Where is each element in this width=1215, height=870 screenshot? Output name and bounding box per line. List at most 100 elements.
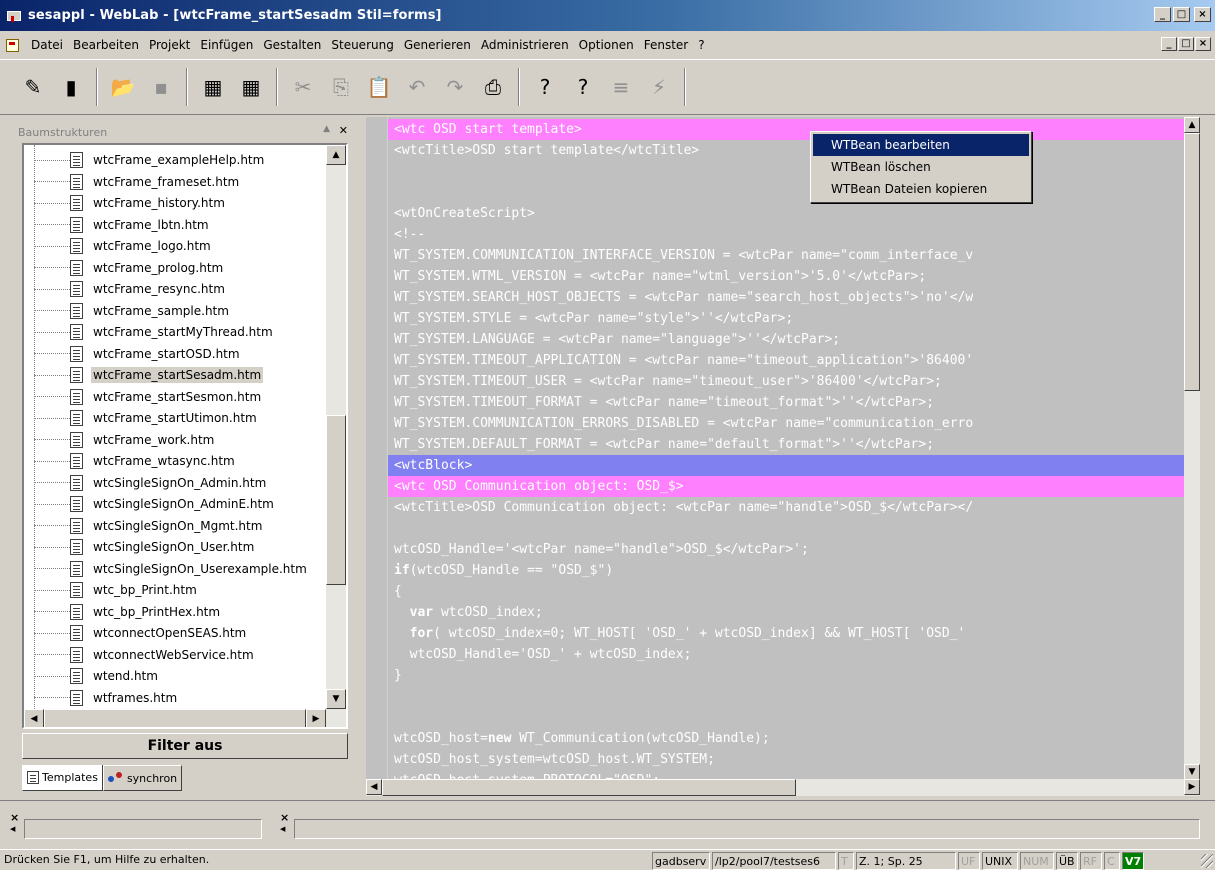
ctx-wtbean-delete[interactable]: WTBean löschen [813, 156, 1029, 178]
save-icon[interactable]: ▪ [142, 67, 180, 107]
code-line[interactable]: { [394, 581, 1184, 602]
code-line[interactable]: wtcOSD_Handle='OSD_' + wtcOSD_index; [394, 644, 1184, 665]
code-line[interactable]: } [394, 665, 1184, 686]
scroll-thumb[interactable] [326, 415, 346, 585]
code-line[interactable] [394, 707, 1184, 728]
tree-file-item[interactable]: wtcFrame_frameset.htm [24, 171, 241, 193]
editor-vertical-scrollbar[interactable]: ▲ ▼ [1184, 117, 1200, 780]
tree-file-item[interactable]: wtconnectWebService.htm [24, 644, 256, 666]
doc-close-button[interactable]: × [1195, 37, 1211, 51]
tree-vertical-scrollbar[interactable]: ▲ ▼ [326, 145, 346, 709]
code-line-highlighted[interactable]: <wtcBlock> [388, 455, 1184, 476]
scroll-thumb[interactable] [382, 779, 796, 796]
redo-icon[interactable]: ↷ [436, 67, 474, 107]
tree-file-item[interactable]: wtframes.htm [24, 687, 179, 709]
tree-file-item[interactable]: wtcSingleSignOn_User.htm [24, 536, 256, 558]
menu-optionen[interactable]: Optionen [574, 38, 639, 52]
tree-file-item[interactable]: wtcSingleSignOn_Mgmt.htm [24, 515, 264, 537]
resize-grip-icon[interactable] [1201, 854, 1213, 868]
close-button[interactable]: × [1194, 7, 1211, 22]
open-folder-icon[interactable]: 📂 [104, 67, 142, 107]
code-line[interactable] [394, 518, 1184, 539]
tree-file-item[interactable]: wtcFrame_work.htm [24, 429, 216, 451]
title-bar[interactable]: sesappl - WebLab - [wtcFrame_startSesadm… [0, 0, 1215, 31]
code-line[interactable]: <wtOnCreateScript> [394, 203, 1184, 224]
scroll-up-icon[interactable]: ▲ [1184, 117, 1200, 133]
minimize-button[interactable]: _ [1154, 7, 1171, 22]
scroll-thumb[interactable] [1184, 133, 1200, 391]
output-field-left[interactable] [24, 819, 262, 839]
tree-file-item[interactable]: wtcFrame_startOSD.htm [24, 343, 242, 365]
close-pane-icon[interactable]: × [280, 811, 289, 824]
menu-administrieren[interactable]: Administrieren [476, 38, 574, 52]
code-line[interactable]: wtcOSD_host_system=wtcOSD_host.WT_SYSTEM… [394, 749, 1184, 770]
code-line[interactable]: WT_SYSTEM.COMMUNICATION_ERRORS_DISABLED … [394, 413, 1184, 434]
pane-arrow-icon[interactable]: ◀ [280, 825, 285, 833]
code-line-highlighted[interactable]: <wtc OSD Communication object: OSD_$> [388, 476, 1184, 497]
close-panel-icon[interactable]: ✕ [339, 124, 348, 137]
code-line[interactable]: for( wtcOSD_index=0; WT_HOST[ 'OSD_' + w… [394, 623, 1184, 644]
tree-file-item[interactable]: wtcFrame_prolog.htm [24, 257, 225, 279]
tree-file-item[interactable]: wtcFrame_resync.htm [24, 278, 227, 300]
document-icon[interactable] [4, 37, 20, 53]
template-b-icon[interactable]: ▦ [232, 67, 270, 107]
tree-file-item[interactable]: wtcSingleSignOn_AdminE.htm [24, 493, 276, 515]
code-line[interactable]: <wtcTitle>OSD Communication object: <wtc… [394, 497, 1184, 518]
tree-file-item[interactable]: wtcFrame_exampleHelp.htm [24, 149, 266, 171]
code-line[interactable]: WT_SYSTEM.LANGUAGE = <wtcPar name="langu… [394, 329, 1184, 350]
cut-icon[interactable]: ✂ [284, 67, 322, 107]
tree-file-item[interactable]: wtcFrame_startUtimon.htm [24, 407, 259, 429]
menu-generieren[interactable]: Generieren [399, 38, 476, 52]
scroll-thumb[interactable] [44, 709, 306, 727]
code-line[interactable]: var wtcOSD_index; [394, 602, 1184, 623]
tree-horizontal-scrollbar[interactable]: ◀ ▶ [24, 709, 346, 727]
tree-file-item[interactable]: wtcFrame_startSesmon.htm [24, 386, 263, 408]
tab-synchron[interactable]: synchron [102, 765, 183, 791]
tree-file-item[interactable]: wtcFrame_lbtn.htm [24, 214, 211, 236]
filter-button[interactable]: Filter aus [22, 733, 348, 759]
code-line[interactable]: WT_SYSTEM.TIMEOUT_USER = <wtcPar name="t… [394, 371, 1184, 392]
menu-fenster[interactable]: Fenster [639, 38, 694, 52]
copy-icon[interactable]: ⎘ [322, 67, 360, 107]
scroll-down-icon[interactable]: ▼ [326, 689, 346, 709]
doc-restore-button[interactable]: □ [1178, 37, 1194, 51]
tree-file-item[interactable]: wtcSingleSignOn_Admin.htm [24, 472, 268, 494]
code-line[interactable]: wtcOSD_host=new WT_Communication(wtcOSD_… [394, 728, 1184, 749]
code-line[interactable] [394, 161, 1184, 182]
code-line[interactable]: wtcOSD_Handle='<wtcPar name="handle">OSD… [394, 539, 1184, 560]
tree-file-item[interactable]: wtcFrame_startMyThread.htm [24, 321, 275, 343]
scroll-left-icon[interactable]: ◀ [24, 709, 44, 727]
scroll-down-icon[interactable]: ▼ [1184, 764, 1200, 780]
tree-file-item[interactable]: wtcFrame_logo.htm [24, 235, 213, 257]
code-line[interactable]: WT_SYSTEM.COMMUNICATION_INTERFACE_VERSIO… [394, 245, 1184, 266]
tab-templates[interactable]: Templates [22, 765, 103, 791]
tree-file-item[interactable]: wtcFrame_wtasync.htm [24, 450, 237, 472]
pane-arrow-icon[interactable]: ◀ [10, 825, 15, 833]
maximize-button[interactable]: □ [1173, 7, 1190, 22]
menu-steuerung[interactable]: Steuerung [326, 38, 398, 52]
scroll-left-icon[interactable]: ◀ [366, 779, 382, 795]
collapse-icon[interactable]: ▲ [323, 124, 330, 134]
menu-help[interactable]: ? [693, 38, 709, 52]
app-icon[interactable] [6, 8, 22, 24]
code-line[interactable]: WT_SYSTEM.TIMEOUT_FORMAT = <wtcPar name=… [394, 392, 1184, 413]
close-pane-icon[interactable]: × [10, 811, 19, 824]
context-help-icon[interactable]: ? [564, 67, 602, 107]
code-line[interactable]: WT_SYSTEM.STYLE = <wtcPar name="style">'… [394, 308, 1184, 329]
lightning-icon[interactable]: ⚡ [640, 67, 678, 107]
print-icon[interactable]: ⎙ [474, 67, 512, 107]
tree-file-item[interactable]: wtcFrame_startSesadm.htm [24, 364, 264, 386]
tree-file-item[interactable]: wtc_bp_Print.htm [24, 579, 199, 601]
code-line[interactable]: if(wtcOSD_Handle == "OSD_$") [394, 560, 1184, 581]
scroll-right-icon[interactable]: ▶ [306, 709, 326, 727]
traffic-light-icon[interactable]: ▮ [52, 67, 90, 107]
undo-icon[interactable]: ↶ [398, 67, 436, 107]
connect-icon[interactable]: ✎ [14, 67, 52, 107]
paste-icon[interactable]: 📋 [360, 67, 398, 107]
menu-datei[interactable]: Datei [26, 38, 68, 52]
menu-einfuegen[interactable]: Einfügen [195, 38, 258, 52]
template-a-icon[interactable]: ▦ [194, 67, 232, 107]
help-icon[interactable]: ? [526, 67, 564, 107]
menu-projekt[interactable]: Projekt [144, 38, 195, 52]
code-editor[interactable]: <wtc OSD start template> <wtcTitle>OSD st… [366, 117, 1184, 779]
